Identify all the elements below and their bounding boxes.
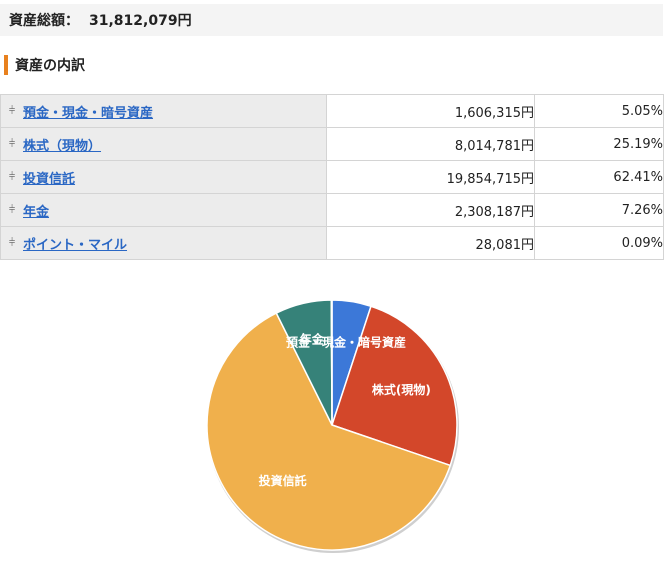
- chevron-double-down-icon[interactable]: ⫩: [1, 170, 23, 184]
- percent-cell: 5.05%: [534, 94, 664, 128]
- section-accent-bar: [4, 55, 8, 75]
- table-row: ⫩ 年金 2,308,187円 7.26%: [0, 193, 664, 227]
- pie-slice-label: 株式(現物): [372, 382, 431, 397]
- total-assets-label: 資産総額：: [9, 13, 79, 29]
- category-cell: ⫩ 年金: [0, 193, 327, 227]
- category-cell: ⫩ 株式（現物）: [0, 127, 327, 161]
- table-row: ⫩ 投資信託 19,854,715円 62.41%: [0, 160, 664, 194]
- allocation-pie-chart: 預金・現金・暗号資産 株式(現物) 投資信託 年金: [0, 290, 667, 573]
- amount-cell: 2,308,187円: [326, 193, 535, 227]
- total-assets-bar: 資産総額： 31,812,079円: [0, 4, 663, 36]
- category-link-funds[interactable]: 投資信託: [23, 168, 75, 187]
- category-cell: ⫩ ポイント・マイル: [0, 226, 327, 260]
- category-link-points[interactable]: ポイント・マイル: [23, 234, 127, 253]
- chevron-double-down-icon[interactable]: ⫩: [1, 203, 23, 217]
- amount-cell: 19,854,715円: [326, 160, 535, 194]
- pie-slice: [330, 299, 333, 426]
- amount-cell: 1,606,315円: [326, 94, 535, 128]
- percent-cell: 7.26%: [534, 193, 664, 227]
- table-row: ⫩ 株式（現物） 8,014,781円 25.19%: [0, 127, 664, 161]
- chevron-double-down-icon[interactable]: ⫩: [1, 104, 23, 118]
- pie-slice-label: 年金: [300, 331, 325, 346]
- percent-cell: 0.09%: [534, 226, 664, 260]
- total-assets-value: 31,812,079円: [89, 13, 192, 29]
- pie-chart-svg: 預金・現金・暗号資産株式(現物)投資信託年金: [206, 299, 459, 553]
- table-row: ⫩ 預金・現金・暗号資産 1,606,315円 5.05%: [0, 94, 664, 128]
- percent-cell: 25.19%: [534, 127, 664, 161]
- percent-cell: 62.41%: [534, 160, 664, 194]
- category-link-stocks[interactable]: 株式（現物）: [23, 135, 101, 154]
- table-row: ⫩ ポイント・マイル 28,081円 0.09%: [0, 226, 664, 260]
- category-cell: ⫩ 預金・現金・暗号資産: [0, 94, 327, 128]
- chevron-double-down-icon[interactable]: ⫩: [1, 137, 23, 151]
- pie-slice-label: 投資信託: [259, 473, 307, 488]
- section-heading: 資産の内訳: [4, 55, 85, 75]
- amount-cell: 8,014,781円: [326, 127, 535, 161]
- amount-cell: 28,081円: [326, 226, 535, 260]
- chevron-double-down-icon[interactable]: ⫩: [1, 236, 23, 250]
- section-title: 資産の内訳: [15, 58, 85, 74]
- category-link-deposits[interactable]: 預金・現金・暗号資産: [23, 102, 153, 121]
- category-link-pension[interactable]: 年金: [23, 201, 49, 220]
- asset-breakdown-table: ⫩ 預金・現金・暗号資産 1,606,315円 5.05% ⫩ 株式（現物） 8…: [0, 94, 664, 260]
- category-cell: ⫩ 投資信託: [0, 160, 327, 194]
